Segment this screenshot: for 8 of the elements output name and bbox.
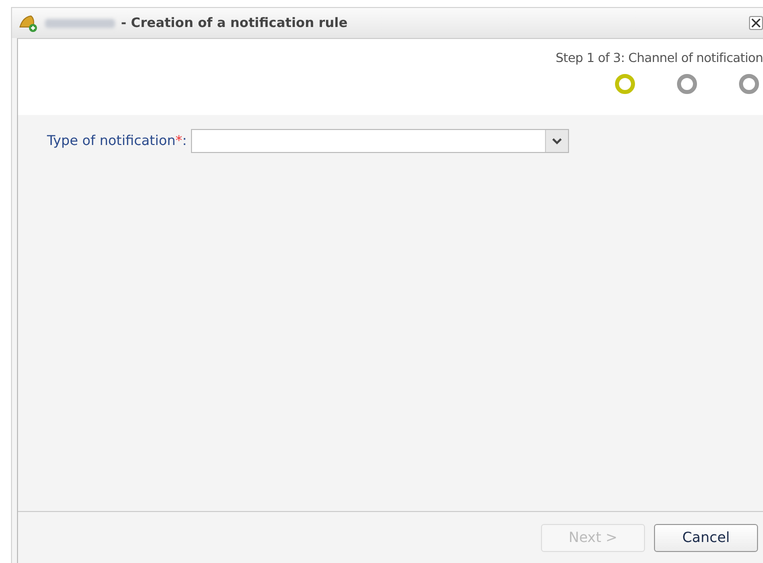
cancel-button[interactable]: Cancel <box>654 524 758 552</box>
step-label: Step 1 of 3: Channel of notification <box>556 50 763 65</box>
bell-icon <box>17 13 39 33</box>
chevron-down-icon <box>552 138 562 144</box>
close-button[interactable] <box>749 16 763 30</box>
window-title: - Creation of a notification rule <box>121 16 348 30</box>
field-label: Type of notification*: <box>47 133 187 149</box>
blurred-text <box>45 18 115 28</box>
